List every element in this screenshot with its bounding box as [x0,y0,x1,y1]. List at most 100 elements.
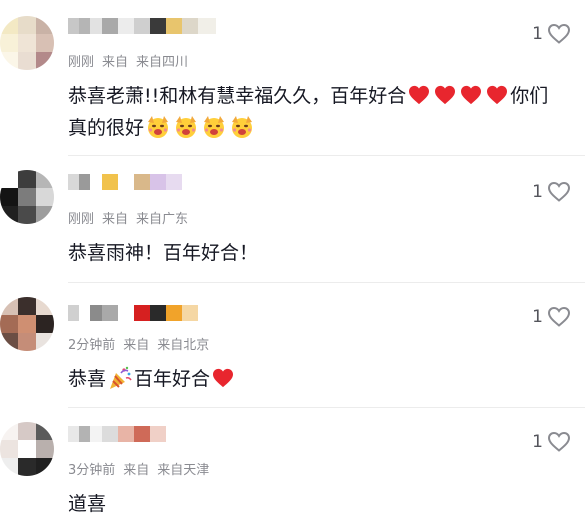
avatar-mosaic-tile [36,34,54,52]
username-mosaic-block [150,426,166,442]
comment-time: 刚刚 [68,212,95,227]
username-mosaic-block [90,174,102,190]
comment-item: 刚刚 来自 来自广东 恭喜雨神！百年好合！ 1 [0,156,585,282]
username-mosaic-block [90,305,102,321]
avatar-mosaic-tile [18,440,36,458]
comment-location: 来自四川 [136,55,189,70]
username-mosaic-block [134,174,150,190]
username-mosaic-block [166,174,182,190]
username-mosaic-block [102,174,118,190]
comment-from: 来自 [102,212,129,227]
username-mosaic-block [118,174,134,190]
comment-item: 2分钟前 来自 来自北京 恭喜 百年好合 1 [0,283,585,407]
like-button[interactable]: 1 [523,428,571,456]
avatar-mosaic-tile [0,315,18,333]
avatar-mosaic-tile [18,170,36,188]
username-mosaic-block [79,18,90,34]
avatar-mosaic-tile [36,333,54,351]
comment-location: 来自天津 [157,463,210,478]
heart-outline-icon [547,306,571,327]
username-mosaic-block [182,18,198,34]
username-mosaic-block [68,18,79,34]
red-heart-emoji [487,85,508,105]
username-mosaic-block [134,426,150,442]
comment-text-part: 恭喜 [68,368,107,390]
avatar-mosaic-tile [0,170,18,188]
avatar-mosaic-tile [18,52,36,70]
comment-time: 刚刚 [68,55,95,70]
avatar-mosaic-tile [18,206,36,224]
avatar[interactable] [0,170,54,224]
avatar-mosaic-tile [0,333,18,351]
username[interactable] [68,174,182,190]
avatar-mosaic-tile [0,422,18,440]
username-mosaic-block [198,18,216,34]
like-button[interactable]: 1 [523,178,571,206]
username-mosaic-block [79,426,90,442]
comment-item: 刚刚 来自 来自四川 恭喜老萧!!和林有慧幸福久久，百年好合 你们真的很好 1 [0,0,585,155]
username-mosaic-block [166,305,182,321]
username-mosaic-block [182,305,198,321]
username-mosaic-block [150,305,166,321]
username-mosaic-block [68,174,79,190]
comment-meta: 3分钟前 来自 来自天津 [68,459,217,478]
username[interactable] [68,18,216,34]
avatar-mosaic-tile [18,16,36,34]
avatar-mosaic-tile [0,206,18,224]
avatar-mosaic-tile [36,422,54,440]
avatar-mosaic-tile [0,458,18,476]
username-mosaic-block [68,426,79,442]
cheering-face-emoji [232,116,253,138]
username-mosaic-block [102,426,118,442]
username[interactable] [68,426,166,442]
cheering-face-emoji [204,116,225,138]
avatar[interactable] [0,297,54,351]
like-count: 1 [532,24,543,44]
like-button[interactable]: 1 [523,20,571,48]
avatar-mosaic-tile [36,206,54,224]
username-mosaic-block [118,18,134,34]
avatar-mosaic-tile [36,458,54,476]
avatar-mosaic-tile [0,16,18,34]
comment-meta: 刚刚 来自 来自广东 [68,208,196,227]
username-mosaic-block [68,305,79,321]
avatar[interactable] [0,422,54,476]
avatar-mosaic-tile [18,333,36,351]
cheering-face-emoji [148,116,169,138]
username-mosaic-block [102,18,118,34]
comment-location: 来自广东 [136,212,189,227]
comment-time: 3分钟前 [68,463,116,478]
comment-text: 道喜 [68,488,565,520]
avatar-mosaic-tile [18,422,36,440]
avatar-mosaic-tile [0,52,18,70]
heart-outline-icon [547,431,571,452]
username-mosaic-block [90,18,102,34]
avatar-mosaic-tile [36,188,54,206]
avatar-mosaic-tile [36,52,54,70]
avatar[interactable] [0,16,54,70]
comment-text: 恭喜雨神！百年好合！ [68,237,565,269]
comment-text-part: 百年好合 [134,368,211,390]
comment-text: 恭喜老萧!!和林有慧幸福久久，百年好合 你们真的很好 [68,80,565,144]
avatar-mosaic-tile [0,34,18,52]
like-count: 1 [532,307,543,327]
red-heart-emoji [435,85,456,105]
comment-location: 来自北京 [157,338,210,353]
heart-outline-icon [547,23,571,44]
comment-text: 恭喜 百年好合 [68,363,565,395]
username-mosaic-block [118,426,134,442]
username-mosaic-block [102,305,118,321]
comment-from: 来自 [123,463,150,478]
comment-from: 来自 [123,338,150,353]
username-mosaic-block [79,305,90,321]
comment-from: 来自 [102,55,129,70]
username-mosaic-block [90,426,102,442]
comment-text-part: 道喜 [68,493,107,515]
comment-time: 2分钟前 [68,338,116,353]
red-heart-emoji [409,85,430,105]
like-count: 1 [532,182,543,202]
avatar-mosaic-tile [36,297,54,315]
like-button[interactable]: 1 [523,303,571,331]
username[interactable] [68,305,198,321]
avatar-mosaic-tile [0,297,18,315]
